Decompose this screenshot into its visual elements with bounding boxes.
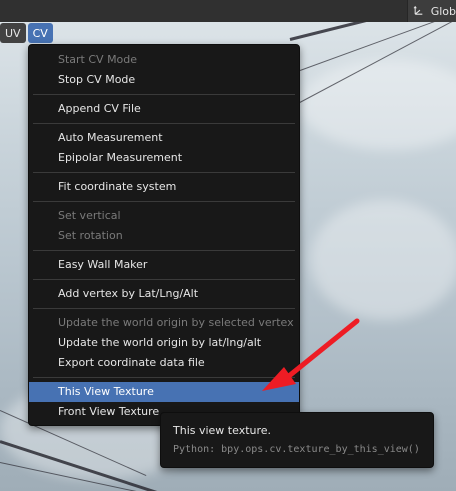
tooltip-python-command: Python: bpy.ops.cv.texture_by_this_view(…: [173, 444, 420, 455]
menu-separator: [33, 123, 295, 124]
viewport-header: Glob: [0, 0, 456, 22]
menu-item-stop-cv-mode[interactable]: Stop CV Mode: [29, 70, 299, 90]
menu-uv[interactable]: UV: [0, 23, 26, 43]
menu-separator: [33, 377, 295, 378]
menu-cv[interactable]: CV: [27, 23, 53, 43]
menu-separator: [33, 172, 295, 173]
menu-separator: [33, 94, 295, 95]
tooltip-description: This view texture.: [173, 424, 272, 437]
menu-separator: [33, 279, 295, 280]
menu-item-fit-coordinate-system[interactable]: Fit coordinate system: [29, 177, 299, 197]
menu-item-add-vertex-by-lat-lng-alt[interactable]: Add vertex by Lat/Lng/Alt: [29, 284, 299, 304]
transform-orientation-dropdown[interactable]: Glob: [407, 0, 456, 22]
cv-dropdown-menu: Start CV Mode Stop CV Mode Append CV Fil…: [28, 44, 300, 426]
menu-item-tooltip: This view texture. Python: bpy.ops.cv.te…: [160, 412, 434, 468]
menu-item-start-cv-mode: Start CV Mode: [58, 53, 138, 66]
menu-separator: [33, 250, 295, 251]
menu-separator: [33, 308, 295, 309]
menu-separator: [33, 201, 295, 202]
menu-item-list: Start CV Mode Stop CV Mode Append CV Fil…: [29, 50, 299, 422]
cloud-shape: [300, 60, 456, 150]
menu-item-this-view-texture[interactable]: This View Texture: [29, 382, 299, 402]
orientation-gizmo-icon: [413, 5, 423, 15]
cloud-shape: [310, 200, 456, 320]
menu-item-easy-wall-maker[interactable]: Easy Wall Maker: [29, 255, 299, 275]
menu-item-update-origin-by-selected-vertex: Update the world origin by selected vert…: [58, 316, 294, 329]
menu-item-set-rotation: Set rotation: [58, 229, 123, 242]
editor-menubar: UV CV: [0, 22, 55, 44]
menu-item-append-cv-file[interactable]: Append CV File: [29, 99, 299, 119]
menu-item-update-origin-by-lat-lng-alt[interactable]: Update the world origin by lat/lng/alt: [29, 333, 299, 353]
menu-item-auto-measurement[interactable]: Auto Measurement: [29, 128, 299, 148]
menu-item-set-vertical: Set vertical: [58, 209, 121, 222]
menu-item-export-coordinate-data-file[interactable]: Export coordinate data file: [29, 353, 299, 373]
menu-item-epipolar-measurement[interactable]: Epipolar Measurement: [29, 148, 299, 168]
orientation-label: Glob: [430, 4, 456, 18]
